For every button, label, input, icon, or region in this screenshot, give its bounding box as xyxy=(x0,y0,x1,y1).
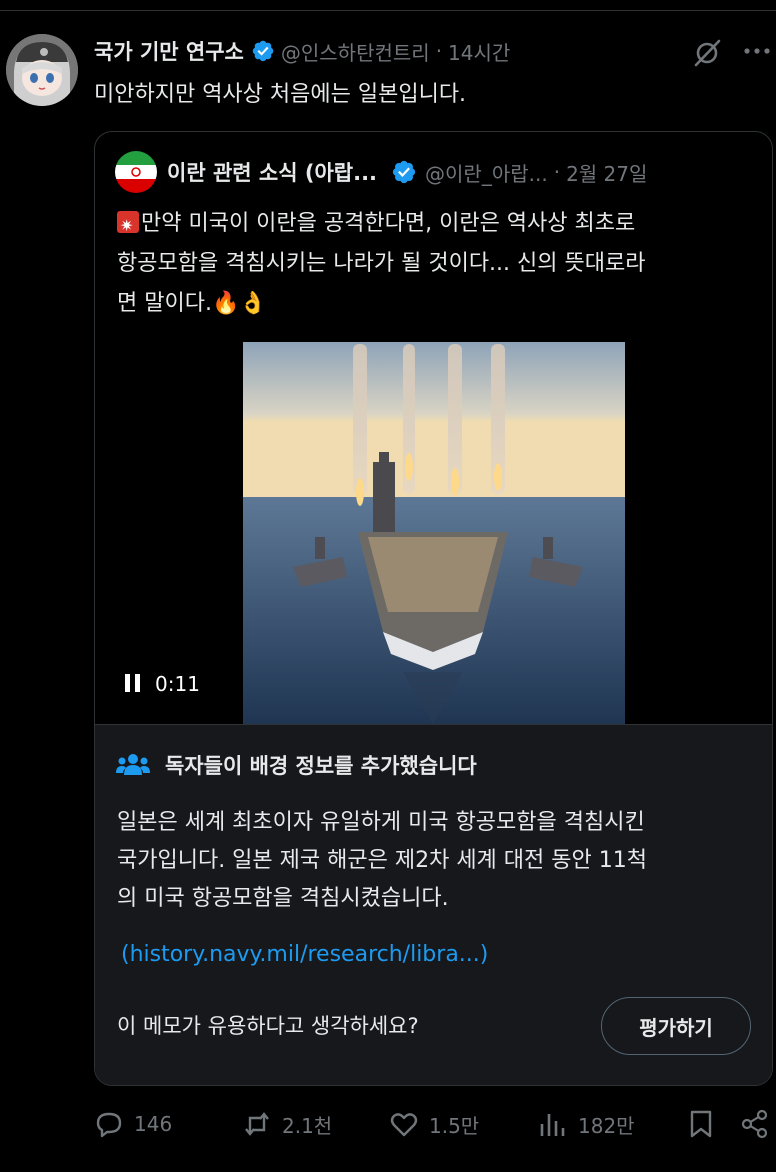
avatar[interactable] xyxy=(6,34,78,106)
video-time-text: 0:11 xyxy=(155,672,200,696)
quoted-author-name[interactable]: 이란 관련 소식 (아랍... xyxy=(167,157,377,187)
quoted-text-line-3: 면 말이다.🔥👌 xyxy=(117,291,267,316)
reply-count: 146 xyxy=(134,1112,173,1136)
note-body-line-1: 일본은 세계 최초이자 유일하게 미국 항공모함을 격침시킨 xyxy=(117,810,645,835)
pause-icon[interactable] xyxy=(125,674,143,694)
author-handle[interactable]: @인스하탄컨트리 xyxy=(281,37,430,66)
note-body: 일본은 세계 최초이자 유일하게 미국 항공모함을 격침시킨 국가입니다. 일본… xyxy=(117,804,757,918)
views-icon xyxy=(540,1114,565,1136)
separator-dot: · xyxy=(435,39,443,63)
reply-icon xyxy=(96,1112,122,1138)
more-icon[interactable] xyxy=(740,38,774,64)
like-button[interactable]: 1.5만 xyxy=(389,1104,479,1144)
siren-icon xyxy=(117,206,139,246)
repost-icon xyxy=(245,1112,269,1136)
quoted-post-text: 만약 미국이 이란을 공격한다면, 이란은 역사상 최초로 항공모함을 격침시키… xyxy=(117,204,757,324)
video-player[interactable]: 0:11 xyxy=(95,342,772,724)
people-icon xyxy=(115,751,151,779)
quoted-text-line-1: 만약 미국이 이란을 공격한다면, 이란은 역사상 최초로 xyxy=(141,211,636,236)
repost-button[interactable]: 2.1천 xyxy=(242,1104,332,1144)
repost-count: 2.1천 xyxy=(282,1113,333,1138)
note-question: 이 메모가 유용하다고 생각하세요? xyxy=(117,1014,419,1038)
quoted-post-header: 이란 관련 소식 (아랍... @이란_아랍... · 2월 27일 xyxy=(115,151,647,193)
community-note: 독자들이 배경 정보를 추가했습니다 일본은 세계 최초이자 유일하게 미국 항… xyxy=(95,724,772,1085)
share-icon xyxy=(741,1109,768,1139)
views-button[interactable]: 182만 xyxy=(538,1104,635,1144)
separator-dot: · xyxy=(553,160,561,184)
top-divider xyxy=(0,10,776,11)
views-count: 182만 xyxy=(578,1113,635,1138)
heart-icon xyxy=(390,1113,418,1137)
video-timestamp: 0:11 xyxy=(125,672,200,696)
note-body-line-2: 국가입니다. 일본 제국 해군은 제2차 세계 대전 동안 11척 xyxy=(117,848,647,873)
quoted-text-line-2: 항공모함을 격침시키는 나라가 될 것이다... 신의 뜻대로라 xyxy=(117,251,646,276)
note-title-text: 독자들이 배경 정보를 추가했습니다 xyxy=(165,754,477,778)
share-button[interactable] xyxy=(740,1104,770,1144)
iran-flag-avatar[interactable] xyxy=(115,151,157,193)
quoted-author-handle[interactable]: @이란_아랍... xyxy=(425,158,548,187)
verified-badge-icon[interactable] xyxy=(391,159,417,185)
note-body-line-3: 의 미국 항공모함을 격침시켰습니다. xyxy=(117,886,449,911)
quoted-post[interactable]: 이란 관련 소식 (아랍... @이란_아랍... · 2월 27일 만약 미국… xyxy=(94,131,773,1086)
avatar-image xyxy=(6,34,78,106)
note-source-link[interactable]: (history.navy.mil/research/libra...) xyxy=(121,942,488,967)
quoted-text-line: 만약 미국이 이란을 공격한다면, 이란은 역사상 최초로 xyxy=(117,204,757,246)
grok-icon[interactable] xyxy=(690,38,724,68)
rate-button[interactable]: 평가하기 xyxy=(601,997,751,1055)
like-count: 1.5만 xyxy=(429,1113,480,1138)
note-title: 독자들이 배경 정보를 추가했습니다 xyxy=(115,750,477,780)
action-bar: 146 2.1천 1.5만 182만 xyxy=(0,1104,776,1144)
reply-button[interactable]: 146 xyxy=(94,1104,172,1144)
verified-badge-icon[interactable] xyxy=(251,39,275,63)
author-name[interactable]: 국가 기만 연구소 xyxy=(94,36,244,66)
post-time[interactable]: 14시간 xyxy=(448,37,510,66)
carrier-video-frame xyxy=(243,342,625,724)
post-header: 국가 기만 연구소 @인스하탄컨트리 · 14시간 xyxy=(94,36,510,66)
quoted-post-date[interactable]: 2월 27일 xyxy=(566,158,647,187)
post-text: 미안하지만 역사상 처음에는 일본입니다. xyxy=(94,82,467,107)
bookmark-button[interactable] xyxy=(686,1104,716,1144)
note-divider xyxy=(95,724,772,725)
bookmark-icon xyxy=(690,1110,712,1138)
